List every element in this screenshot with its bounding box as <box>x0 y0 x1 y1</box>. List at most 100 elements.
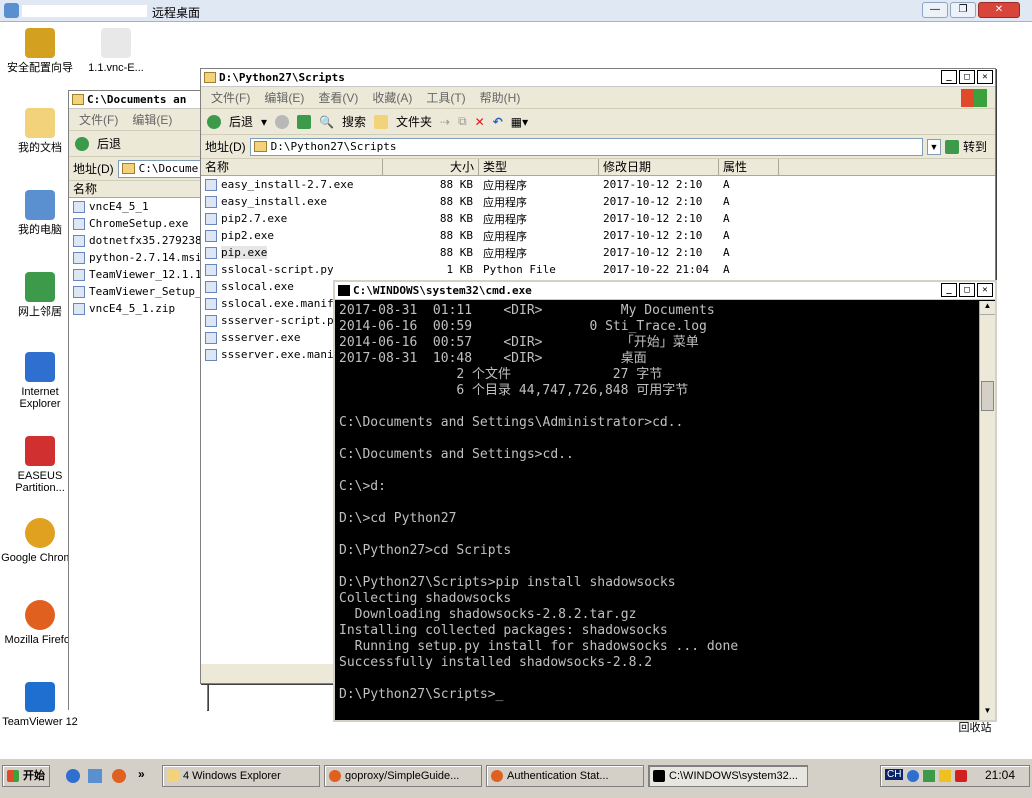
list-item[interactable]: TeamViewer_Setup_ <box>69 283 207 300</box>
documents-address-bar: 地址(D) C:\Docume <box>69 157 207 181</box>
forward-icon[interactable] <box>275 114 290 129</box>
clock[interactable]: 21:04 <box>985 768 1015 782</box>
documents-window[interactable]: C:\Documents an 文件(F) 编辑(E) 后退 地址(D) C:\… <box>68 90 208 713</box>
folders-icon[interactable] <box>374 114 389 129</box>
back-button[interactable]: 后退 <box>229 113 253 130</box>
task-goproxy[interactable]: goproxy/SimpleGuide... <box>324 765 482 787</box>
task-cmd[interactable]: C:\WINDOWS\system32... <box>648 765 808 787</box>
firefox-quicklaunch-icon[interactable] <box>112 769 126 783</box>
cell-name: pip2.exe <box>201 229 383 242</box>
list-item[interactable]: dotnetfx35.2792382 <box>69 232 207 249</box>
table-row[interactable]: pip2.7.exe 88 KB 应用程序 2017-10-12 2:10 A <box>201 210 995 227</box>
maximize-button[interactable]: □ <box>959 283 975 297</box>
cmd-output[interactable]: 2017-08-31 01:11 <DIR> My Documents 2014… <box>339 303 738 703</box>
file-name: ChromeSetup.exe <box>89 217 189 230</box>
table-row[interactable]: pip.exe 88 KB 应用程序 2017-10-12 2:10 A <box>201 244 995 261</box>
file-name: easy_install-2.7.exe <box>221 178 354 191</box>
folder-icon <box>72 94 84 105</box>
scroll-up-icon[interactable]: ▲ <box>980 301 995 315</box>
column-modified[interactable]: 修改日期 <box>599 159 719 175</box>
menu-help[interactable]: 帮助(H) <box>480 89 521 106</box>
chevron-right-icon[interactable]: » <box>138 767 145 781</box>
minimize-button[interactable]: _ <box>941 70 957 84</box>
documents-address-input[interactable]: C:\Docume <box>117 159 207 178</box>
back-button[interactable]: 后退 <box>97 135 121 152</box>
list-item[interactable]: ChromeSetup.exe <box>69 215 207 232</box>
menu-file[interactable]: 文件(F) <box>79 111 118 128</box>
table-row[interactable]: easy_install-2.7.exe 88 KB 应用程序 2017-10-12 … <box>201 176 995 193</box>
close-button[interactable]: ✕ <box>977 70 993 84</box>
tray-app-icon[interactable] <box>907 770 919 782</box>
table-row[interactable]: pip2.exe 88 KB 应用程序 2017-10-12 2:10 A <box>201 227 995 244</box>
column-type[interactable]: 类型 <box>479 159 599 175</box>
taskbar: 开始 » 4 Windows Explorer goproxy/SimpleGu… <box>0 758 1032 798</box>
tray-vpn-icon[interactable] <box>923 770 935 782</box>
undo-icon[interactable]: ↶ <box>493 115 503 129</box>
column-size[interactable]: 大小 <box>383 159 479 175</box>
go-arrow-icon[interactable] <box>944 139 959 154</box>
menu-tools[interactable]: 工具(T) <box>426 89 465 106</box>
back-icon[interactable] <box>75 136 89 151</box>
documents-list-header: 名称 <box>69 181 207 198</box>
menu-edit[interactable]: 编辑(E) <box>264 89 304 106</box>
documents-titlebar[interactable]: C:\Documents an <box>69 91 207 109</box>
menu-edit[interactable]: 编辑(E) <box>132 111 172 128</box>
rdp-restore-button[interactable]: ❐ <box>950 2 976 18</box>
table-row[interactable]: sslocal-script.py 1 KB Python File 2017-10-… <box>201 261 995 278</box>
column-name[interactable]: 名称 <box>201 159 383 175</box>
task-windows-explorer[interactable]: 4 Windows Explorer <box>162 765 320 787</box>
scroll-thumb[interactable] <box>981 381 994 411</box>
menu-file[interactable]: 文件(F) <box>211 89 250 106</box>
desktop-icon-vnc-file[interactable]: 1.1.vnc-E... <box>76 28 156 74</box>
back-icon[interactable] <box>207 114 221 129</box>
cmd-icon <box>653 770 665 782</box>
close-button[interactable]: ✕ <box>977 283 993 297</box>
cell-modified: 2017-10-12 2:10 <box>603 229 703 242</box>
list-item[interactable]: python-2.7.14.msi <box>69 249 207 266</box>
cmd-titlebar[interactable]: C:\WINDOWS\system32\cmd.exe _ □ ✕ <box>335 282 995 300</box>
menu-view[interactable]: 查看(V) <box>318 89 358 106</box>
task-authentication[interactable]: Authentication Stat... <box>486 765 644 787</box>
search-icon[interactable]: 🔍 <box>319 115 334 129</box>
rdp-close-button[interactable]: ✕ <box>978 2 1020 18</box>
delete-icon[interactable]: ✕ <box>475 115 485 129</box>
rdp-minimize-button[interactable]: — <box>922 2 948 18</box>
cmd-scrollbar[interactable]: ▲ ▼ <box>979 301 995 720</box>
list-item[interactable]: TeamViewer_12.1.16 <box>69 266 207 283</box>
scroll-down-icon[interactable]: ▼ <box>980 706 995 720</box>
folders-button[interactable]: 文件夹 <box>396 113 432 130</box>
up-folder-icon[interactable] <box>297 114 312 129</box>
desktop-icon-security-wizard[interactable]: 安全配置向导 <box>0 28 80 74</box>
column-name[interactable]: 名称 <box>69 181 203 197</box>
language-indicator[interactable]: CH <box>885 769 904 780</box>
cmd-window[interactable]: C:\WINDOWS\system32\cmd.exe _ □ ✕ 2017-08-… <box>333 280 997 722</box>
copy-to-icon[interactable]: ⧉ <box>458 114 467 129</box>
list-item[interactable]: vncE4_5_1 <box>69 198 207 215</box>
tray-shield-icon[interactable] <box>939 770 951 782</box>
file-name: sslocal.exe.manife <box>221 297 341 310</box>
table-row[interactable]: easy_install.exe 88 KB 应用程序 2017-10-12 2:10… <box>201 193 995 210</box>
show-desktop-icon[interactable] <box>88 769 102 783</box>
tray-warning-icon[interactable] <box>955 770 967 782</box>
scripts-titlebar[interactable]: D:\Python27\Scripts _ □ ✕ <box>201 69 995 87</box>
search-button[interactable]: 搜索 <box>342 113 366 130</box>
ie-quicklaunch-icon[interactable] <box>66 769 80 783</box>
menu-favorites[interactable]: 收藏(A) <box>372 89 412 106</box>
scripts-address-input[interactable]: D:\Python27\Scripts <box>249 137 923 156</box>
list-item[interactable]: vncE4_5_1.zip <box>69 300 207 317</box>
file-name: vncE4_5_1.zip <box>89 302 176 315</box>
maximize-button[interactable]: □ <box>959 70 975 84</box>
views-icon[interactable]: ▦▾ <box>511 115 528 129</box>
back-dropdown-icon[interactable]: ▾ <box>261 115 267 129</box>
address-dropdown-icon[interactable]: ▼ <box>926 138 941 155</box>
start-button[interactable]: 开始 <box>2 765 50 787</box>
column-attributes[interactable]: 属性 <box>719 159 779 175</box>
go-button[interactable]: 转到 <box>963 138 995 155</box>
cell-type: 应用程序 <box>483 195 527 209</box>
cell-name: pip.exe <box>201 246 383 259</box>
file-icon <box>205 348 217 361</box>
file-name: TeamViewer_Setup_ <box>89 285 202 298</box>
minimize-button[interactable]: _ <box>941 283 957 297</box>
move-to-icon[interactable]: ⇢ <box>440 115 450 129</box>
scripts-address-bar: 地址(D) D:\Python27\Scripts ▼ 转到 <box>201 135 995 159</box>
